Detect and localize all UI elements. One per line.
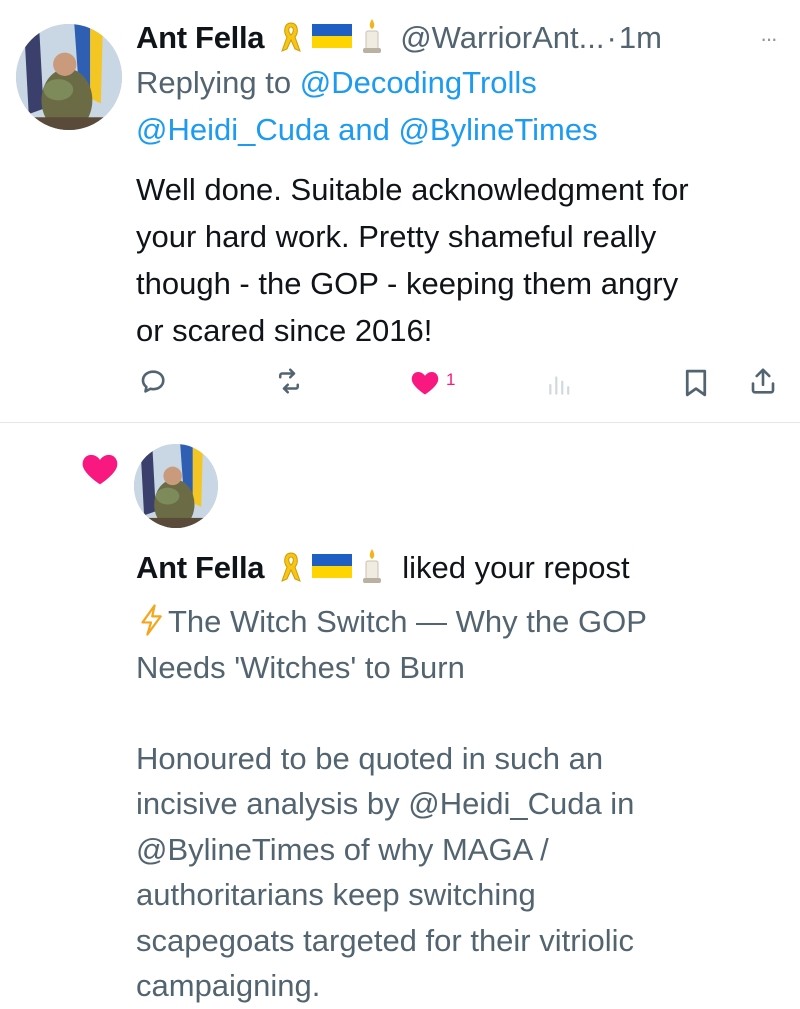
repost-button[interactable] (273, 366, 305, 396)
more-icon: ··· (760, 26, 778, 51)
quoted-line: campaigning. (136, 968, 321, 1003)
tweet-body: Well done. Suitable acknowledgment for y… (136, 166, 786, 354)
share-button[interactable] (748, 366, 778, 396)
heart-icon (80, 450, 120, 491)
bookmark-button[interactable] (683, 368, 709, 398)
quoted-line (136, 690, 786, 736)
ukraine-flag-icon (312, 22, 353, 55)
quoted-post[interactable]: The Witch Switch — Why the GOP Needs 'Wi… (136, 599, 786, 1009)
quoted-line: Needs 'Witches' to Burn (136, 649, 465, 685)
yellow-ribbon-icon (278, 19, 304, 58)
avatar-photo (134, 444, 218, 528)
mention-link[interactable]: @DecodingTrolls (300, 65, 537, 100)
candle-icon (360, 17, 384, 60)
reply-button[interactable] (138, 366, 168, 396)
ukraine-flag-icon (312, 552, 353, 585)
tweet-time[interactable]: 1m (619, 20, 662, 56)
lightning-bolt-icon (141, 604, 162, 636)
tweet-line: or scared since 2016! (136, 313, 433, 348)
tweet-line: Well done. Suitable acknowledgment for (136, 172, 689, 207)
views-button[interactable] (546, 372, 572, 398)
analytics-icon (549, 376, 570, 395)
notification-header: Ant Fella liked your repost (136, 546, 630, 590)
notification-action-text: liked your repost (402, 550, 630, 585)
quoted-line: The Witch Switch — Why the GOP (136, 599, 786, 645)
reply-icon (141, 370, 165, 393)
quoted-line: Honoured to be quoted in such an (136, 740, 604, 776)
author-handle[interactable]: @WarriorAnt... (400, 20, 604, 56)
replying-and: and (338, 112, 390, 147)
time-separator: · (606, 20, 617, 55)
divider (0, 422, 800, 423)
bookmark-icon (685, 369, 707, 397)
mention-link[interactable]: @BylineTimes (398, 112, 597, 147)
candle-icon (360, 547, 384, 590)
avatar[interactable] (16, 24, 122, 130)
like-count: 1 (446, 370, 456, 389)
like-button[interactable]: 1 (410, 368, 455, 396)
quoted-line: incisive analysis by @Heidi_Cuda in (136, 786, 635, 821)
heart-filled-icon (411, 372, 439, 395)
tweet-line: though - the GOP - keeping them angry (136, 266, 679, 301)
repost-icon (279, 368, 299, 394)
avatar-photo (16, 24, 122, 130)
replying-to-line-2: @Heidi_Cuda and @BylineTimes (136, 112, 598, 148)
tweet-line: your hard work. Pretty shameful really (136, 219, 657, 254)
author-name[interactable]: Ant Fella (136, 20, 265, 56)
yellow-ribbon-icon (278, 549, 304, 588)
more-options-button[interactable]: ··· (750, 24, 786, 54)
notifier-name[interactable]: Ant Fella (136, 550, 265, 586)
quoted-line: @BylineTimes of why MAGA / (136, 831, 549, 867)
replying-prefix: Replying to (136, 65, 292, 100)
share-icon (751, 368, 775, 394)
avatar[interactable] (134, 444, 218, 528)
replying-to: Replying to @DecodingTrolls (136, 65, 537, 101)
mention-link[interactable]: @Heidi_Cuda (136, 112, 329, 147)
quoted-line: scapegoats targeted for their vitriolic (136, 922, 634, 958)
quoted-line: authoritarians keep switching (136, 877, 536, 912)
